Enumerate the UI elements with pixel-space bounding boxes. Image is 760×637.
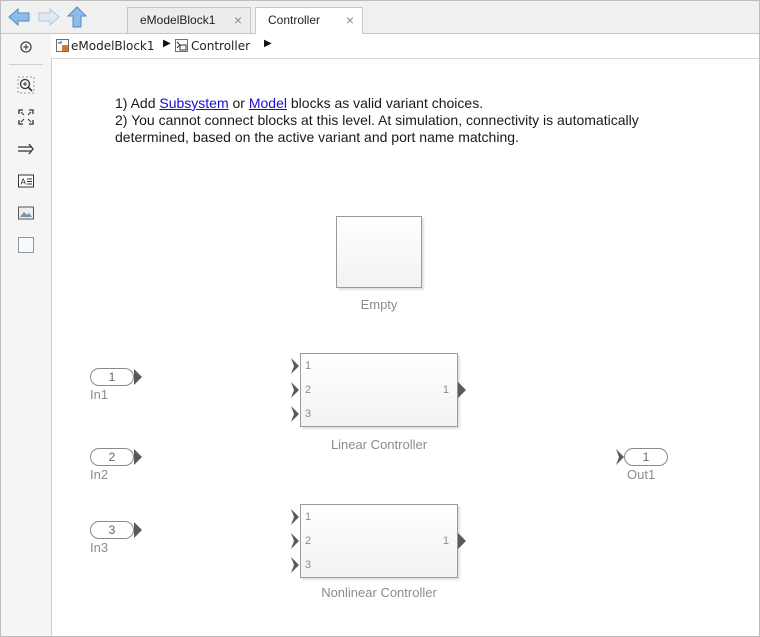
tab-emodelblock1[interactable]: eModelBlock1 × — [127, 7, 251, 33]
info-text: 1) Add — [115, 95, 160, 111]
route-lines-icon[interactable] — [17, 140, 35, 158]
outport-label: Out1 — [627, 467, 656, 482]
port-number: 3 — [305, 559, 312, 571]
breadcrumb: eModelBlock1 ▶ Controller ▶ — [51, 34, 759, 59]
inport-block-in1[interactable]: 1 — [90, 368, 134, 386]
area-icon[interactable] — [17, 236, 35, 254]
info-line-3: determined, based on the active variant … — [115, 129, 519, 145]
back-arrow-icon[interactable] — [7, 6, 31, 28]
zoom-icon[interactable] — [17, 76, 35, 94]
inport-arrow-icon — [134, 449, 142, 465]
port-number: 3 — [305, 408, 312, 420]
tab-label: eModelBlock1 — [140, 13, 216, 27]
output-port-icon — [458, 533, 466, 549]
input-port-icon — [291, 509, 299, 525]
info-text: blocks as valid variant choices. — [287, 95, 484, 111]
info-line-2: 2) You cannot connect blocks at this lev… — [115, 112, 639, 128]
breadcrumb-separator[interactable]: ▶ — [264, 38, 272, 49]
output-port-icon — [458, 382, 466, 398]
port-number: 2 — [305, 535, 312, 547]
fit-view-icon[interactable] — [17, 108, 35, 126]
model-link[interactable]: Model — [249, 95, 287, 111]
model-canvas[interactable]: 1) Add Subsystem or Model blocks as vali… — [52, 59, 759, 636]
inport-block-in3[interactable]: 3 — [90, 521, 134, 539]
empty-subsystem-block[interactable] — [336, 216, 422, 288]
inport-label: In1 — [90, 387, 109, 402]
close-icon[interactable]: × — [346, 8, 354, 32]
hide-panel-icon[interactable] — [17, 38, 35, 56]
port-number: 1 — [305, 511, 312, 523]
input-port-icon — [291, 557, 299, 573]
inport-label: In3 — [90, 540, 109, 555]
subsystem-link[interactable]: Subsystem — [159, 95, 228, 111]
inport-label: In2 — [90, 467, 109, 482]
inport-arrow-icon — [134, 522, 142, 538]
up-arrow-icon[interactable] — [65, 6, 89, 28]
variant-info-annotation: 1) Add Subsystem or Model blocks as vali… — [115, 95, 639, 146]
tab-label: Controller — [268, 13, 321, 27]
port-number: 1 — [442, 384, 449, 396]
port-number: 1 — [305, 360, 312, 372]
breadcrumb-item-controller[interactable]: Controller — [191, 39, 250, 53]
linear-controller-block[interactable]: 1 2 3 1 — [291, 353, 466, 427]
model-icon — [56, 39, 69, 52]
subsystem-icon — [175, 39, 188, 52]
annotation-icon[interactable]: A — [17, 172, 35, 190]
tab-controller[interactable]: Controller × — [255, 7, 363, 34]
breadcrumb-separator[interactable]: ▶ — [163, 38, 171, 49]
inport-arrow-icon — [134, 369, 142, 385]
nonlinear-controller-block[interactable]: 1 2 3 1 — [291, 504, 466, 578]
image-icon[interactable] — [17, 204, 35, 222]
input-port-icon — [291, 533, 299, 549]
block-label: Nonlinear Controller — [321, 585, 437, 600]
simulink-editor-window: eModelBlock1 × Controller × A eModelBloc… — [0, 0, 760, 637]
svg-text:A: A — [21, 178, 27, 187]
block-diagram-palette: A — [1, 34, 52, 636]
outport-block-out1[interactable]: 1 — [624, 448, 668, 466]
forward-arrow-icon[interactable] — [37, 6, 61, 28]
block-label: Linear Controller — [330, 437, 428, 452]
info-text: or — [228, 95, 249, 111]
input-port-icon — [291, 406, 299, 422]
close-icon[interactable]: × — [234, 8, 242, 32]
breadcrumb-item-emodelblock1[interactable]: eModelBlock1 — [71, 39, 155, 53]
port-number: 2 — [305, 384, 312, 396]
port-number: 1 — [442, 535, 449, 547]
tab-bar: eModelBlock1 × Controller × — [1, 1, 759, 34]
input-port-icon — [291, 382, 299, 398]
input-port-icon — [291, 358, 299, 374]
palette-divider — [9, 64, 43, 65]
inport-block-in2[interactable]: 2 — [90, 448, 134, 466]
block-label: Empty — [360, 297, 398, 312]
outport-arrow-icon — [616, 449, 624, 465]
